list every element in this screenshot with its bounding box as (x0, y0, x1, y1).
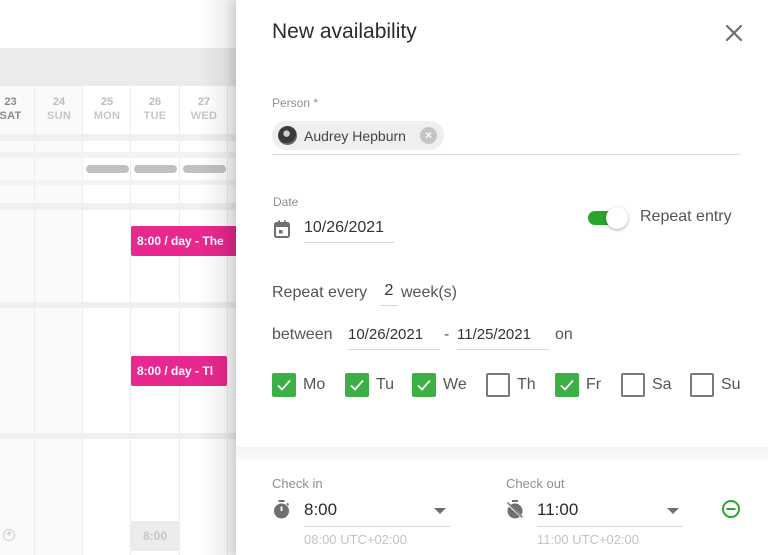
plus-circle-icon[interactable]: + (3, 529, 15, 541)
weekday-label: Th (517, 376, 536, 393)
date-label: Date (273, 195, 299, 209)
stopwatch-off-icon (506, 500, 524, 519)
checkbox-unchecked[interactable] (621, 373, 645, 397)
chevron-down-icon (434, 508, 446, 514)
check-out-value: 11:00 (537, 500, 579, 519)
repeat-entry-label: Repeat entry (640, 208, 732, 225)
row-divider (0, 152, 236, 158)
day-name: WED (190, 110, 218, 122)
calendar-background: 23 SAT 24 SUN 25 MON 26 TUE 27 WED 8:00 … (0, 0, 236, 555)
availability-event[interactable]: 8:00 / day - The (131, 226, 236, 256)
weekday-checkbox-mo[interactable]: Mo (272, 373, 332, 398)
day-number: 27 (197, 96, 211, 108)
repeat-end-date-input[interactable]: 11/25/2021 (457, 325, 549, 350)
weekday-checkbox-tu[interactable]: Tu (345, 373, 405, 398)
calendar-header-band (0, 48, 236, 86)
day-header-sat[interactable]: 23 SAT (0, 86, 35, 123)
weekday-label: Su (721, 376, 741, 393)
person-name: Audrey Hepburn (304, 128, 406, 144)
row-divider (0, 180, 236, 185)
check-in-value: 8:00 (304, 500, 338, 519)
weekday-checkbox-th[interactable]: Th (486, 373, 546, 398)
person-field-underline (272, 154, 740, 155)
new-availability-panel: New availability Person * Audrey Hepburn… (236, 0, 768, 555)
repeat-every-label: Repeat every (272, 284, 368, 301)
day-header-wed[interactable]: 27 WED (180, 86, 228, 123)
weekday-label: Tu (376, 376, 395, 393)
remove-time-row-button[interactable] (721, 499, 741, 519)
weekday-label: Mo (303, 376, 326, 393)
weekday-checkbox-sa[interactable]: Sa (621, 373, 681, 398)
repeat-start-date-input[interactable]: 10/26/2021 (348, 325, 440, 350)
checkbox-checked[interactable] (412, 373, 436, 397)
close-icon (725, 24, 743, 42)
on-label: on (555, 326, 573, 343)
checkbox-checked[interactable] (555, 373, 579, 397)
stopwatch-icon (274, 500, 290, 519)
check-out-helper: 11:00 UTC+02:00 (537, 532, 640, 547)
day-name: MON (93, 110, 121, 122)
checkbox-checked[interactable] (272, 373, 296, 397)
remove-chip-icon[interactable]: × (420, 127, 437, 144)
row-divider (0, 302, 236, 308)
repeat-unit-label: week(s) (401, 284, 458, 301)
section-divider (236, 447, 768, 461)
day-header-mon[interactable]: 25 MON (83, 86, 131, 123)
panel-title: New availability (272, 20, 417, 43)
day-name: TUE (143, 110, 167, 122)
calendar-toolbar (0, 0, 236, 48)
between-label: between (272, 326, 333, 343)
checkmark-icon (560, 379, 574, 391)
day-number: 26 (148, 96, 162, 108)
person-chip[interactable]: Audrey Hepburn × (272, 121, 444, 150)
day-name: SUN (46, 110, 72, 122)
checkbox-unchecked[interactable] (690, 373, 714, 397)
day-number: 24 (52, 96, 66, 108)
avatar (278, 126, 297, 145)
placeholder-time-slot[interactable]: 8:00 (131, 521, 179, 551)
chevron-down-icon (667, 508, 679, 514)
availability-event[interactable]: 8:00 / day - Tl (131, 356, 227, 386)
weekday-checkbox-we[interactable]: We (412, 373, 472, 398)
summary-bar-tue[interactable] (134, 165, 177, 173)
row-divider (0, 433, 236, 439)
row-divider (0, 134, 236, 141)
toggle-knob (606, 207, 628, 229)
day-number: 23 (4, 96, 17, 108)
minus-circle-icon (722, 500, 740, 518)
close-button[interactable] (722, 21, 746, 45)
date-range-dash: - (444, 326, 450, 343)
day-number: 25 (100, 96, 114, 108)
status-dots-sun (51, 126, 65, 139)
calendar-icon (274, 220, 290, 238)
checkmark-icon (350, 379, 364, 391)
weekday-label: Sa (652, 376, 672, 393)
summary-bar-wed[interactable] (183, 165, 226, 173)
checkmark-icon (277, 379, 291, 391)
person-label: Person * (272, 96, 319, 110)
checkbox-unchecked[interactable] (486, 373, 510, 397)
check-in-select[interactable]: 8:00 (304, 497, 450, 527)
check-in-label: Check in (272, 476, 323, 491)
day-header-sun[interactable]: 24 SUN (35, 86, 83, 123)
check-out-label: Check out (506, 476, 565, 491)
day-header-tue[interactable]: 26 TUE (131, 86, 179, 123)
row-divider (0, 203, 236, 210)
checkmark-icon (417, 379, 431, 391)
checkbox-checked[interactable] (345, 373, 369, 397)
weekday-label: Fr (586, 376, 602, 393)
status-dots-sat (0, 126, 21, 139)
day-name: SAT (0, 110, 22, 122)
check-out-select[interactable]: 11:00 (537, 497, 683, 527)
repeat-entry-toggle[interactable] (588, 206, 630, 230)
weekday-label: We (443, 376, 467, 393)
weekday-checkbox-fr[interactable]: Fr (555, 373, 615, 398)
date-input[interactable]: 10/26/2021 (304, 218, 394, 243)
check-in-helper: 08:00 UTC+02:00 (304, 532, 407, 547)
summary-bar-mon[interactable] (86, 165, 129, 173)
weekday-checkbox-su[interactable]: Su (690, 373, 750, 398)
repeat-interval-input[interactable]: 2 (380, 281, 398, 306)
